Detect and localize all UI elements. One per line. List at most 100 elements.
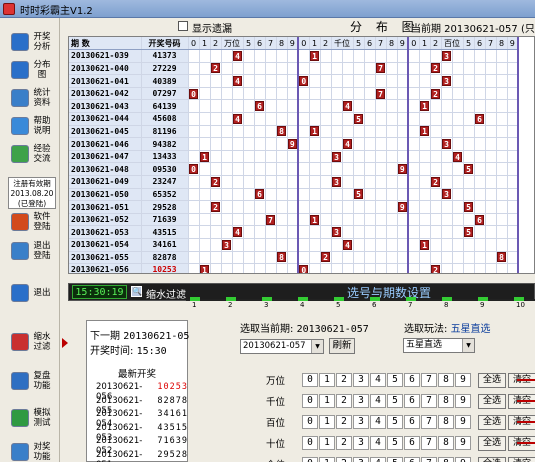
- digit-toggle[interactable]: 5: [387, 415, 403, 429]
- digit-toggle[interactable]: 1: [319, 457, 335, 462]
- table-row[interactable]: 20130621-047 13433 1 3 4: [69, 150, 519, 164]
- digit-toggle[interactable]: 7: [421, 373, 437, 387]
- digit-toggle[interactable]: 0: [302, 436, 318, 450]
- sidebar-item-off[interactable]: 退出 登陆: [6, 237, 56, 265]
- digit-toggle[interactable]: 0: [302, 373, 318, 387]
- digit-toggle[interactable]: 0: [302, 394, 318, 408]
- table-row[interactable]: 20130621-046 94382 9 4 3: [69, 137, 519, 151]
- table-row[interactable]: 20130621-042 07297 0 7 2: [69, 87, 519, 101]
- digit-toggle[interactable]: 5: [387, 373, 403, 387]
- zoom-filter-label[interactable]: 缩水过滤: [146, 286, 186, 301]
- digit-toggle[interactable]: 7: [421, 457, 437, 462]
- digit-toggle[interactable]: 3: [353, 457, 369, 462]
- sidebar-item-replay[interactable]: 复盘 功能: [6, 367, 56, 395]
- sidebar-item-distribution[interactable]: 分布 图: [6, 56, 56, 84]
- select-all-button[interactable]: 全选: [478, 414, 506, 430]
- digit-cell: [199, 87, 211, 101]
- digit-toggle[interactable]: 4: [370, 373, 386, 387]
- digit-toggle[interactable]: 4: [370, 415, 386, 429]
- digit-toggle[interactable]: 5: [387, 457, 403, 462]
- digit-toggle[interactable]: 8: [438, 436, 454, 450]
- chevron-down-icon[interactable]: ▼: [462, 339, 474, 352]
- table-row[interactable]: 20130621-053 43515 4 3 5: [69, 225, 519, 239]
- digit-toggle[interactable]: 4: [370, 436, 386, 450]
- table-row[interactable]: 20130621-043 64139 6 4 1: [69, 99, 519, 114]
- refresh-button[interactable]: 刷新: [329, 338, 355, 354]
- digit-cell: [485, 175, 497, 189]
- zoom-icon[interactable]: 🔍: [131, 286, 142, 297]
- digit-toggle[interactable]: 3: [353, 373, 369, 387]
- table-row[interactable]: 20130621-041 40389 4 0 3: [69, 74, 519, 88]
- sidebar-item-scissors[interactable]: 缩水 过滤: [6, 328, 56, 356]
- period-select[interactable]: 20130621-057 ▼: [240, 339, 324, 354]
- table-row[interactable]: 20130621-048 09530 0 9 5: [69, 162, 519, 177]
- digit-toggle[interactable]: 2: [336, 415, 352, 429]
- digit-cell: [232, 213, 244, 227]
- table-row[interactable]: 20130621-050 65352 6 5 3: [69, 188, 519, 202]
- digit-toggle[interactable]: 4: [370, 457, 386, 462]
- digit-toggle[interactable]: 3: [353, 436, 369, 450]
- digit-toggle[interactable]: 6: [404, 415, 420, 429]
- digit-toggle[interactable]: 7: [421, 394, 437, 408]
- digit-toggle[interactable]: 9: [455, 436, 471, 450]
- digit-toggle[interactable]: 8: [438, 415, 454, 429]
- digit-toggle[interactable]: 9: [455, 457, 471, 462]
- select-all-button[interactable]: 全选: [478, 372, 506, 388]
- digit-toggle[interactable]: 7: [421, 436, 437, 450]
- digit-toggle[interactable]: 8: [438, 373, 454, 387]
- digit-toggle[interactable]: 2: [336, 373, 352, 387]
- digit-toggle[interactable]: 7: [421, 415, 437, 429]
- select-all-button[interactable]: 全选: [478, 456, 506, 462]
- digit-toggle[interactable]: 0: [302, 415, 318, 429]
- show-missing-checkbox[interactable]: [178, 21, 188, 31]
- digit-toggle[interactable]: 6: [404, 436, 420, 450]
- digit-toggle[interactable]: 9: [455, 373, 471, 387]
- sidebar-item-key[interactable]: 软件 登陆: [6, 208, 56, 236]
- digit-toggle[interactable]: 2: [336, 436, 352, 450]
- table-row[interactable]: 20130621-055 82878 8 2 8: [69, 251, 519, 265]
- digit-toggle[interactable]: 1: [319, 436, 335, 450]
- digit-toggle[interactable]: 1: [319, 373, 335, 387]
- sidebar-item-simulate[interactable]: 模拟 测试: [6, 404, 56, 432]
- table-row[interactable]: 20130621-052 71639 7 1 6: [69, 213, 519, 227]
- table-row[interactable]: 20130621-044 45608 4 5 6: [69, 112, 519, 126]
- digit-toggle[interactable]: 8: [438, 394, 454, 408]
- sidebar-item-stats[interactable]: 统计 资料: [6, 84, 56, 112]
- select-all-button[interactable]: 全选: [478, 435, 506, 451]
- digit-toggle[interactable]: 3: [353, 415, 369, 429]
- select-all-button[interactable]: 全选: [478, 393, 506, 409]
- play-select[interactable]: 五星直选 ▼: [403, 338, 475, 353]
- digit-toggle[interactable]: 5: [387, 436, 403, 450]
- table-row[interactable]: 20130621-040 27229 2 7 2: [69, 62, 519, 76]
- digit-toggle[interactable]: 0: [302, 457, 318, 462]
- table-row[interactable]: 20130621-039 41373 4 1 3: [69, 49, 519, 63]
- sidebar-item-help[interactable]: 帮助 说明: [6, 112, 56, 140]
- digit-toggle[interactable]: 3: [353, 394, 369, 408]
- chevron-down-icon[interactable]: ▼: [311, 340, 323, 353]
- clear-button[interactable]: 清空: [508, 456, 535, 462]
- digit-toggle[interactable]: 1: [319, 394, 335, 408]
- table-row[interactable]: 20130621-051 29528 2 9 5: [69, 200, 519, 214]
- digit-toggle[interactable]: 2: [336, 457, 352, 462]
- table-row[interactable]: 20130621-054 34161 3 4 1: [69, 238, 519, 252]
- digit-toggle[interactable]: 1: [319, 415, 335, 429]
- digit-toggle[interactable]: 2: [336, 394, 352, 408]
- digit-cell: [474, 125, 486, 139]
- digit-toggle[interactable]: 8: [438, 457, 454, 462]
- digit-toggle[interactable]: 6: [404, 373, 420, 387]
- distribution-grid[interactable]: 期 数开奖号码 0 1 2 万位 5 6 7 8 9 0 1 2 千位 5 6 7 8 9 0 1 2 百位 5 6 7 8 9 201…: [68, 36, 535, 274]
- digit-toggle[interactable]: 5: [387, 394, 403, 408]
- digit-toggle[interactable]: 6: [404, 394, 420, 408]
- sidebar-item-chat[interactable]: 经验 交流: [6, 140, 56, 168]
- table-row[interactable]: 20130621-045 81196 8 1 1: [69, 125, 519, 139]
- digit-toggle[interactable]: 4: [370, 394, 386, 408]
- period-ruler[interactable]: 1 2 3 4 5 6 7 8 9 10: [186, 297, 535, 309]
- table-row[interactable]: 20130621-049 23247 2 3 2: [69, 175, 519, 189]
- sidebar-item-prize[interactable]: 对奖 功能: [6, 438, 56, 462]
- sidebar-item-exit[interactable]: 退出: [6, 279, 56, 307]
- digit-toggle[interactable]: 9: [455, 415, 471, 429]
- table-row[interactable]: 20130621-056 10253 1 0 2: [69, 263, 519, 273]
- digit-toggle[interactable]: 9: [455, 394, 471, 408]
- sidebar-item-chart[interactable]: 开奖 分析: [6, 28, 56, 56]
- digit-toggle[interactable]: 6: [404, 457, 420, 462]
